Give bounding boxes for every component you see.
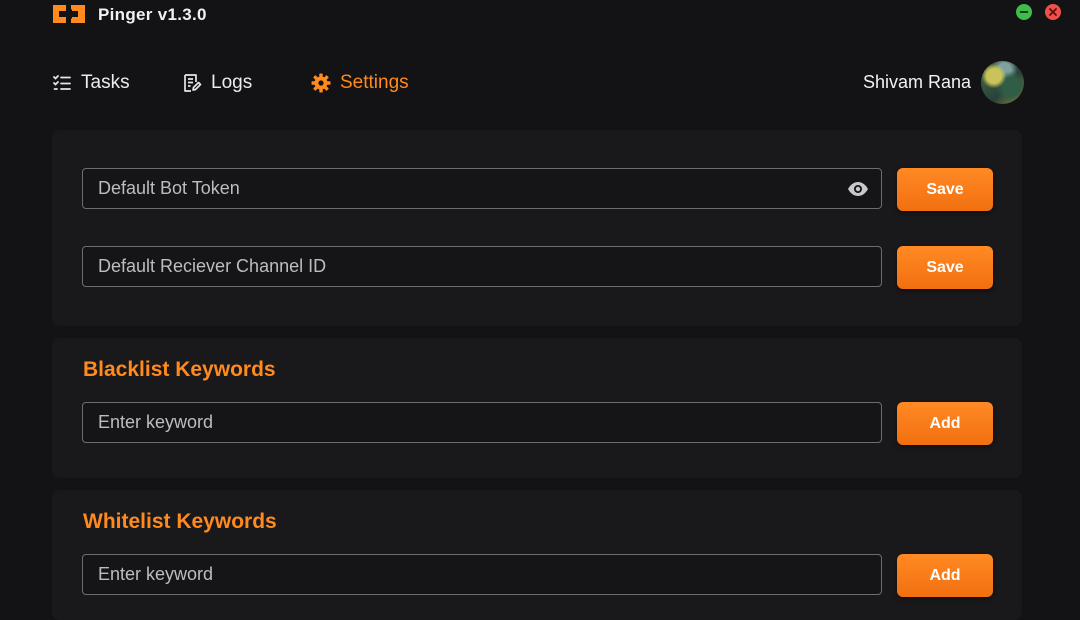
user-name: Shivam Rana <box>862 71 971 92</box>
nav-tab-tasks-label: Tasks <box>81 72 130 93</box>
add-blacklist-button[interactable]: Add <box>897 402 993 445</box>
bot-settings-panel <box>52 130 1022 326</box>
close-icon[interactable] <box>1045 4 1061 20</box>
channel-id-input[interactable] <box>83 247 881 286</box>
save-bot-token-button[interactable]: Save <box>897 168 993 211</box>
bot-token-input[interactable] <box>83 169 881 208</box>
save-channel-id-button[interactable]: Save <box>897 246 993 289</box>
bot-token-field <box>82 168 882 209</box>
checklist-icon <box>52 73 72 93</box>
add-whitelist-button[interactable]: Add <box>897 554 993 597</box>
nav-tab-logs[interactable]: Logs <box>182 70 252 96</box>
nav-tab-settings-label: Settings <box>340 72 409 93</box>
edit-document-icon <box>182 73 202 93</box>
blacklist-keyword-field <box>82 402 882 443</box>
nav-tab-settings[interactable]: Settings <box>311 70 409 96</box>
gear-icon <box>311 73 331 93</box>
blacklist-title: Blacklist Keywords <box>83 358 276 381</box>
user-profile[interactable]: Shivam Rana <box>863 60 1024 104</box>
avatar[interactable] <box>981 60 1024 104</box>
whitelist-keyword-field <box>82 554 882 595</box>
app-title: Pinger v1.3.0 <box>98 5 207 24</box>
whitelist-keyword-input[interactable] <box>83 555 881 594</box>
title-bar: Pinger v1.3.0 <box>0 0 1080 32</box>
pinger-logo-icon <box>53 5 85 23</box>
whitelist-title: Whitelist Keywords <box>83 510 277 533</box>
blacklist-keyword-input[interactable] <box>83 403 881 442</box>
eye-icon[interactable] <box>847 180 869 198</box>
nav-tab-tasks[interactable]: Tasks <box>52 70 130 96</box>
channel-id-field <box>82 246 882 287</box>
minimize-icon[interactable] <box>1016 4 1032 20</box>
nav-tab-logs-label: Logs <box>211 72 253 93</box>
